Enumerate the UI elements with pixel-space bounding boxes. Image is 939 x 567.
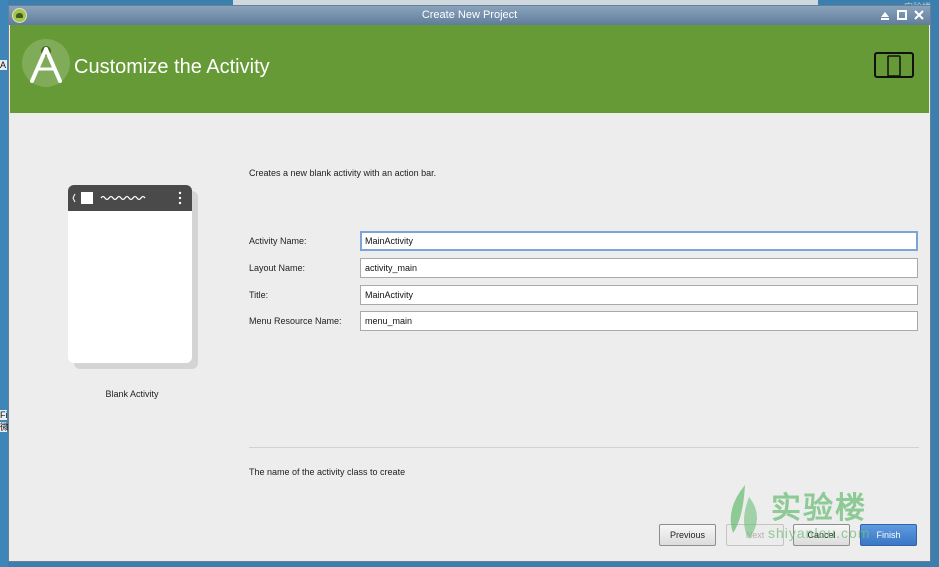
window-title: Create New Project [421, 9, 518, 21]
activity-name-label: Activity Name: [249, 236, 307, 246]
desktop-char: Fi [0, 410, 8, 420]
template-name: Blank Activity [105, 389, 159, 399]
field-hint: The name of the activity class to create [249, 467, 406, 477]
finish-button[interactable]: Finish [860, 524, 917, 546]
next-button[interactable]: Next [726, 524, 784, 546]
android-studio-logo-icon [22, 39, 70, 87]
previous-button[interactable]: Previous [659, 524, 716, 546]
activity-preview [68, 185, 198, 369]
cancel-button[interactable]: Cancel [793, 524, 850, 546]
desktop-char: 微 [0, 422, 10, 432]
page-title: Customize the Activity [74, 56, 270, 78]
layout-name-field[interactable]: activity_main [360, 258, 918, 278]
maximize-icon[interactable] [895, 7, 909, 24]
wizard-header: Customize the Activity [10, 25, 929, 113]
layout-name-label: Layout Name: [249, 263, 306, 273]
minimize-icon[interactable] [878, 7, 892, 24]
window-controls [878, 7, 926, 24]
desktop-char: A [0, 60, 7, 70]
desktop-edge [0, 0, 8, 567]
title-bar[interactable]: Create New Project [9, 6, 930, 25]
menu-resource-field[interactable]: menu_main [360, 311, 918, 331]
device-icon [874, 52, 914, 78]
activity-name-field[interactable]: MainActivity [360, 231, 918, 251]
divider [249, 447, 919, 448]
action-bar [68, 185, 192, 211]
title-label: Title: [249, 290, 269, 300]
close-icon[interactable] [912, 7, 926, 24]
template-description: Creates a new blank activity with an act… [249, 168, 437, 178]
menu-resource-label: Menu Resource Name: [249, 316, 342, 326]
title-field[interactable]: MainActivity [360, 285, 918, 305]
create-project-dialog: Create New Project Customize the Activit… [8, 5, 931, 562]
